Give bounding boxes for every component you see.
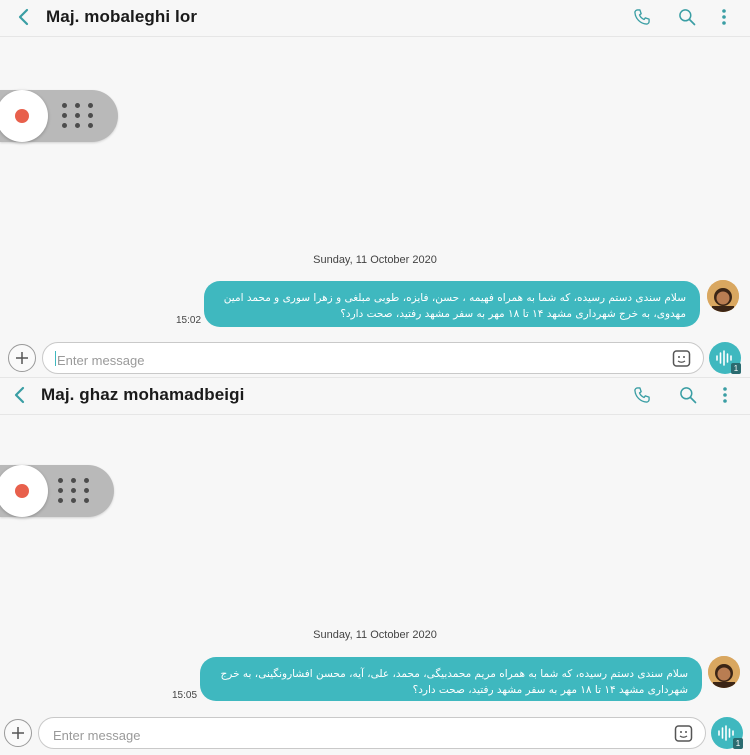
conversation-panel-1: Maj. mobaleghi lor Sunday, 11 October 20… xyxy=(0,0,750,377)
call-button[interactable] xyxy=(630,5,654,29)
voice-message-button[interactable]: 1 xyxy=(709,342,741,374)
contact-name: Maj. ghaz mohamadbeigi xyxy=(41,385,245,404)
record-icon xyxy=(15,109,29,123)
grid-dots-icon[interactable] xyxy=(58,478,90,504)
message-input-bar: 1 xyxy=(0,342,750,380)
search-icon xyxy=(680,387,697,404)
message-bubble[interactable]: سلام سندی دستم رسیده، که شما به همراه فه… xyxy=(204,281,700,327)
date-divider: Sunday, 11 October 2020 xyxy=(313,629,437,641)
record-button[interactable] xyxy=(0,465,48,517)
message-input-field[interactable] xyxy=(38,717,706,749)
add-attachment-button[interactable] xyxy=(4,719,32,747)
avatar-image xyxy=(707,280,739,312)
message-time: 15:02 xyxy=(176,315,202,326)
record-icon xyxy=(15,484,29,498)
record-button[interactable] xyxy=(0,90,48,142)
voice-recorder-widget[interactable] xyxy=(0,90,118,142)
voice-message-button[interactable]: 1 xyxy=(711,717,743,749)
message-input[interactable] xyxy=(51,724,655,746)
voice-recorder-widget[interactable] xyxy=(0,465,114,517)
add-attachment-button[interactable] xyxy=(8,344,36,372)
avatar-image xyxy=(708,656,740,688)
grid-dots-icon[interactable] xyxy=(62,103,94,129)
call-button[interactable] xyxy=(630,383,654,407)
back-button[interactable] xyxy=(8,384,30,406)
message-input-field[interactable] xyxy=(42,342,704,374)
phone-icon xyxy=(634,387,650,403)
plus-icon xyxy=(16,352,28,364)
sticker-icon[interactable] xyxy=(671,348,693,370)
sticker-icon[interactable] xyxy=(673,723,695,745)
contact-name: Maj. mobaleghi lor xyxy=(46,7,198,26)
back-button[interactable] xyxy=(12,6,34,28)
chevron-left-icon xyxy=(18,8,29,26)
more-vertical-icon xyxy=(722,9,726,25)
more-vertical-icon xyxy=(723,387,727,403)
avatar[interactable] xyxy=(708,656,740,688)
search-button[interactable] xyxy=(676,383,700,407)
search-icon xyxy=(679,9,696,26)
more-options-button[interactable] xyxy=(712,5,736,29)
message-input[interactable] xyxy=(55,349,659,371)
message-bubble[interactable]: سلام سندی دستم رسیده، که شما به همراه مر… xyxy=(200,657,702,701)
voice-badge: 1 xyxy=(733,738,743,749)
conversation-header: Maj. ghaz mohamadbeigi xyxy=(0,377,750,415)
message-time: 15:05 xyxy=(172,690,198,701)
conversation-header: Maj. mobaleghi lor xyxy=(0,0,750,37)
search-button[interactable] xyxy=(675,5,699,29)
voice-badge: 1 xyxy=(731,363,741,374)
message-input-bar: 1 xyxy=(0,717,750,755)
chevron-left-icon xyxy=(14,386,25,404)
phone-icon xyxy=(634,9,650,25)
date-divider: Sunday, 11 October 2020 xyxy=(313,254,437,266)
more-options-button[interactable] xyxy=(713,383,737,407)
conversation-panel-2: Maj. ghaz mohamadbeigi Sunday, 11 Octobe… xyxy=(0,377,750,750)
avatar[interactable] xyxy=(707,280,739,312)
plus-icon xyxy=(12,727,24,739)
